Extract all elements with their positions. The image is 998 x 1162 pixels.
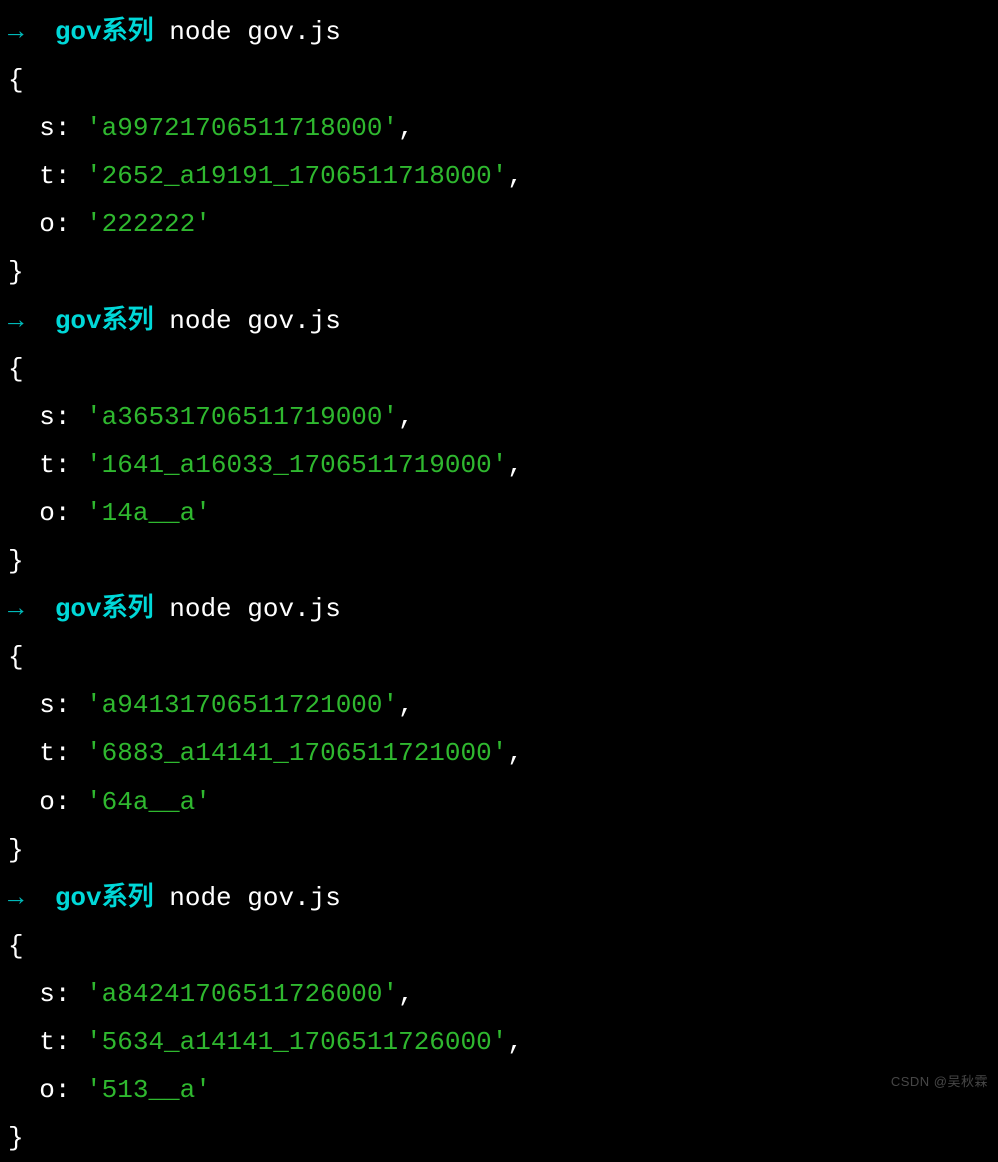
prompt-directory: gov系列	[55, 306, 154, 336]
value-t: '2652_a19191_1706511718000'	[86, 161, 507, 191]
value-s: 'a99721706511718000'	[86, 113, 398, 143]
output-property-s: s: 'a36531706511719000',	[8, 393, 998, 441]
value-t: '5634_a14141_1706511726000'	[86, 1027, 507, 1057]
command-text: node gov.js	[169, 883, 341, 913]
prompt-line[interactable]: → gov系列 node gov.js	[8, 874, 998, 922]
value-s: 'a94131706511721000'	[86, 690, 398, 720]
output-property-s: s: 'a94131706511721000',	[8, 681, 998, 729]
output-property-t: t: '1641_a16033_1706511719000',	[8, 441, 998, 489]
output-property-o: o: '222222'	[8, 200, 998, 248]
watermark-text: CSDN @吴秋霖	[891, 1070, 988, 1094]
value-o: '513__a'	[86, 1075, 211, 1105]
output-property-o: o: '513__a'	[8, 1066, 998, 1114]
prompt-line[interactable]: → gov系列 node gov.js	[8, 8, 998, 56]
prompt-directory: gov系列	[55, 594, 154, 624]
object-close-brace: }	[8, 537, 998, 585]
prompt-arrow-icon: →	[8, 306, 24, 336]
output-property-s: s: 'a84241706511726000',	[8, 970, 998, 1018]
prompt-arrow-icon: →	[8, 594, 24, 624]
terminal-output: → gov系列 node gov.js { s: 'a9972170651171…	[8, 8, 998, 1162]
prompt-arrow-icon: →	[8, 883, 24, 913]
output-property-t: t: '6883_a14141_1706511721000',	[8, 729, 998, 777]
output-property-t: t: '5634_a14141_1706511726000',	[8, 1018, 998, 1066]
object-open-brace: {	[8, 633, 998, 681]
object-open-brace: {	[8, 345, 998, 393]
value-t: '6883_a14141_1706511721000'	[86, 738, 507, 768]
prompt-line[interactable]: → gov系列 node gov.js	[8, 297, 998, 345]
object-open-brace: {	[8, 922, 998, 970]
output-property-o: o: '14a__a'	[8, 489, 998, 537]
prompt-directory: gov系列	[55, 17, 154, 47]
prompt-directory: gov系列	[55, 883, 154, 913]
command-text: node gov.js	[169, 17, 341, 47]
value-s: 'a84241706511726000'	[86, 979, 398, 1009]
command-text: node gov.js	[169, 306, 341, 336]
value-o: '14a__a'	[86, 498, 211, 528]
prompt-arrow-icon: →	[8, 17, 24, 47]
value-o: '64a__a'	[86, 787, 211, 817]
value-o: '222222'	[86, 209, 211, 239]
object-open-brace: {	[8, 56, 998, 104]
object-close-brace: }	[8, 1114, 998, 1162]
output-property-s: s: 'a99721706511718000',	[8, 104, 998, 152]
command-text: node gov.js	[169, 594, 341, 624]
prompt-line[interactable]: → gov系列 node gov.js	[8, 585, 998, 633]
object-close-brace: }	[8, 248, 998, 296]
output-property-o: o: '64a__a'	[8, 778, 998, 826]
value-t: '1641_a16033_1706511719000'	[86, 450, 507, 480]
output-property-t: t: '2652_a19191_1706511718000',	[8, 152, 998, 200]
value-s: 'a36531706511719000'	[86, 402, 398, 432]
object-close-brace: }	[8, 826, 998, 874]
